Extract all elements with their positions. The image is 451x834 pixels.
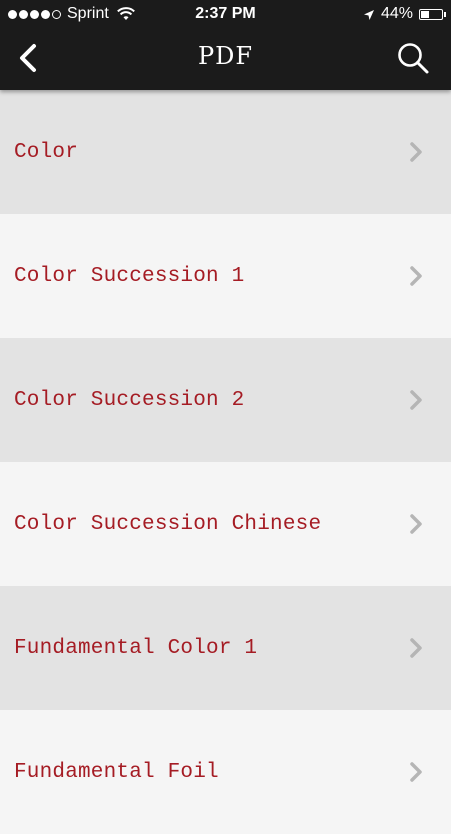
chevron-right-icon bbox=[409, 513, 423, 535]
top-bar: Sprint 2:37 PM 44% PDF bbox=[0, 0, 451, 90]
status-bar: Sprint 2:37 PM 44% bbox=[0, 0, 451, 30]
pdf-list: Color Color Succession 1 Color Successio… bbox=[0, 90, 451, 834]
list-item[interactable]: Color Succession Chinese bbox=[0, 462, 451, 586]
list-item-label: Color Succession Chinese bbox=[14, 512, 322, 536]
list-item[interactable]: Fundamental Color 1 bbox=[0, 586, 451, 710]
list-item[interactable]: Color Succession 1 bbox=[0, 214, 451, 338]
battery-icon bbox=[419, 8, 446, 20]
list-item[interactable]: Color bbox=[0, 90, 451, 214]
list-item-label: Color Succession 2 bbox=[14, 388, 245, 412]
search-button[interactable] bbox=[393, 40, 433, 80]
battery-fill bbox=[421, 10, 429, 18]
list-item[interactable]: Color Succession 2 bbox=[0, 338, 451, 462]
list-item[interactable]: Fundamental Foil bbox=[0, 710, 451, 834]
status-right: 44% bbox=[363, 5, 446, 23]
chevron-right-icon bbox=[409, 141, 423, 163]
chevron-right-icon bbox=[409, 761, 423, 783]
navigation-bar: PDF bbox=[0, 30, 451, 90]
list-item-label: Color bbox=[14, 140, 79, 164]
list-item-label: Fundamental Color 1 bbox=[14, 636, 258, 660]
battery-nub bbox=[444, 11, 446, 17]
location-arrow-icon bbox=[363, 8, 375, 20]
chevron-right-icon bbox=[409, 389, 423, 411]
battery-percent: 44% bbox=[380, 5, 413, 22]
chevron-right-icon bbox=[409, 265, 423, 287]
chevron-right-icon bbox=[409, 637, 423, 659]
page-title: PDF bbox=[197, 42, 254, 70]
search-icon bbox=[396, 41, 430, 79]
list-item-label: Fundamental Foil bbox=[14, 760, 219, 784]
list-item-label: Color Succession 1 bbox=[14, 264, 245, 288]
